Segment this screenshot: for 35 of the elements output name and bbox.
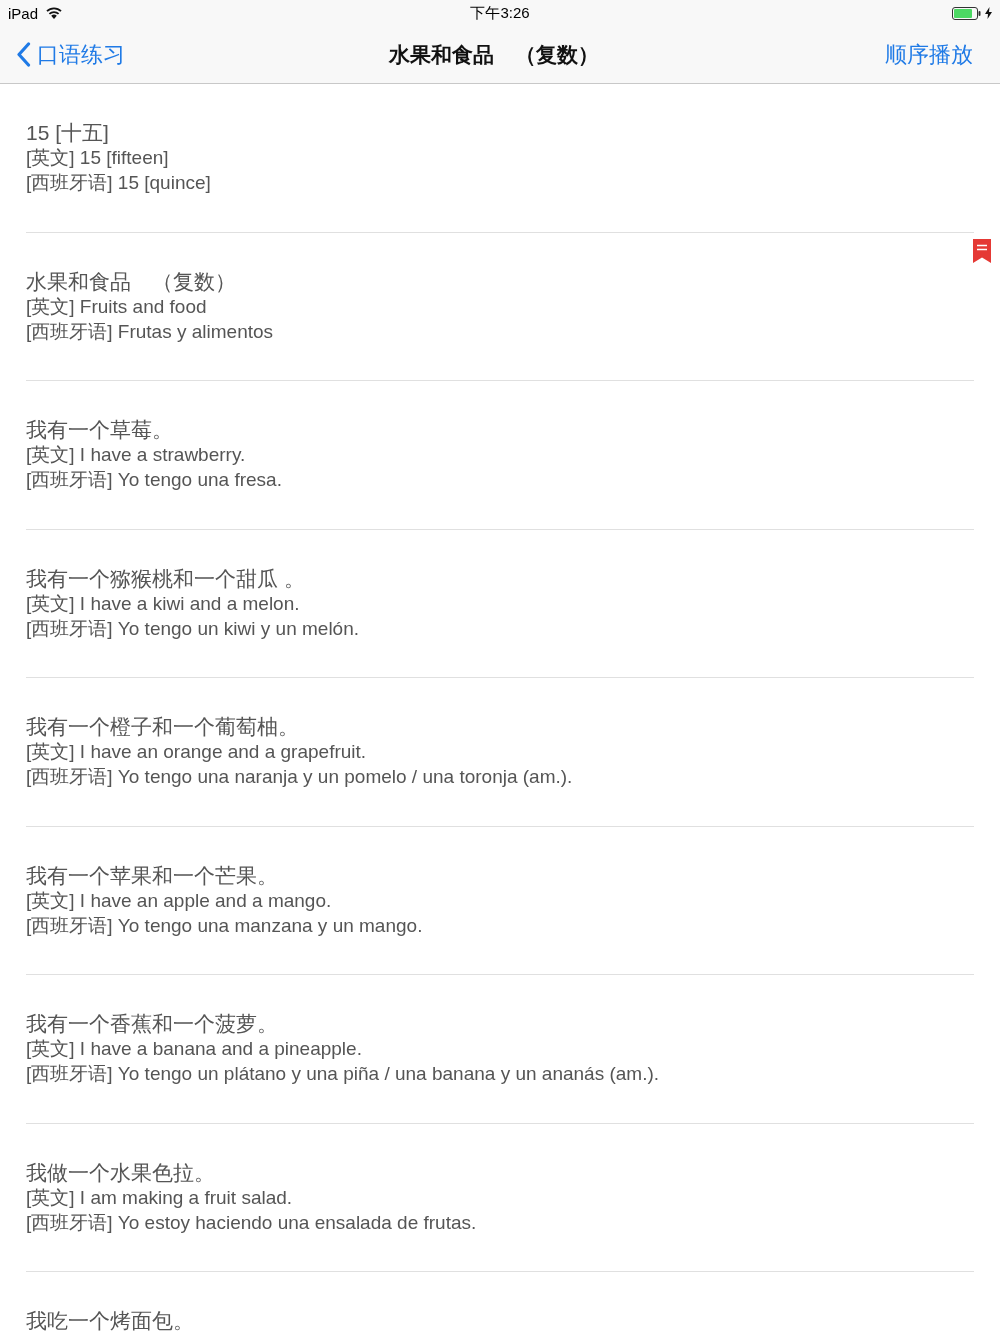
english-translation: [英文] I have a banana and a pineapple. [26,1037,362,1061]
spanish-translation: [西班牙语] Frutas y alimentos [26,319,274,344]
back-button[interactable]: 口语练习 [14,35,127,74]
battery-icon [952,6,981,20]
spanish-translation: [西班牙语] Yo tengo un kiwi y un melón. [26,616,359,641]
chinese-phrase: 我有一个橙子和一个葡萄柚。 [26,714,299,739]
chevron-left-icon [16,42,31,67]
chinese-phrase: 我有一个香蕉和一个菠萝。 [26,1011,278,1036]
device-name: iPad [8,4,39,22]
wifi-icon [46,7,63,19]
spanish-translation: [西班牙语] Yo tengo un plátano y una piña / una banana y un ananás (am.). [26,1062,660,1086]
chinese-phrase: 我有一个苹果和一个芒果。 [26,862,278,888]
chinese-phrase: 水果和食品 （复数） [26,268,236,294]
english-translation: [英文] I have a strawberry. [26,443,246,467]
chinese-phrase: 15 [十五] [26,120,109,145]
chinese-phrase: 我做一个水果色拉。 [26,1159,215,1185]
chinese-phrase: 我有一个猕猴桃和一个甜瓜 。 [26,565,305,591]
status-time: 下午3:26 [470,3,530,23]
english-translation: [英文] 15 [fifteen] [26,146,169,170]
spanish-translation: [西班牙语] Yo tengo una manzana y un mango. [26,913,423,938]
chinese-phrase: 我吃一个烤面包。 [26,1308,194,1333]
charging-icon [985,7,992,19]
spanish-translation: [西班牙语] Yo tengo una fresa. [26,468,282,492]
bookmark-icon[interactable] [973,238,991,263]
english-translation: [英文] I have an apple and a mango. [26,888,332,913]
spanish-translation: [西班牙语] Yo estoy haciendo una ensalada de frutas. [26,1210,477,1235]
sequential-play-button[interactable]: 顺序播放 [885,35,973,74]
english-translation: [英文] Fruits and food [26,294,207,319]
spanish-translation: [西班牙语] 15 [quince] [26,171,211,195]
spanish-translation: [西班牙语] Yo tengo una naranja y un pomelo / una toronja (am.). [26,765,573,789]
english-translation: [英文] I have an orange and a grapefruit. [26,740,367,764]
nav-title: 水果和食品 （复数） [388,41,599,68]
english-translation: [英文] I am making a fruit salad. [26,1185,293,1210]
chinese-phrase: 我有一个草莓。 [26,417,173,442]
english-translation: [英文] I have a kiwi and a melon. [26,591,300,616]
